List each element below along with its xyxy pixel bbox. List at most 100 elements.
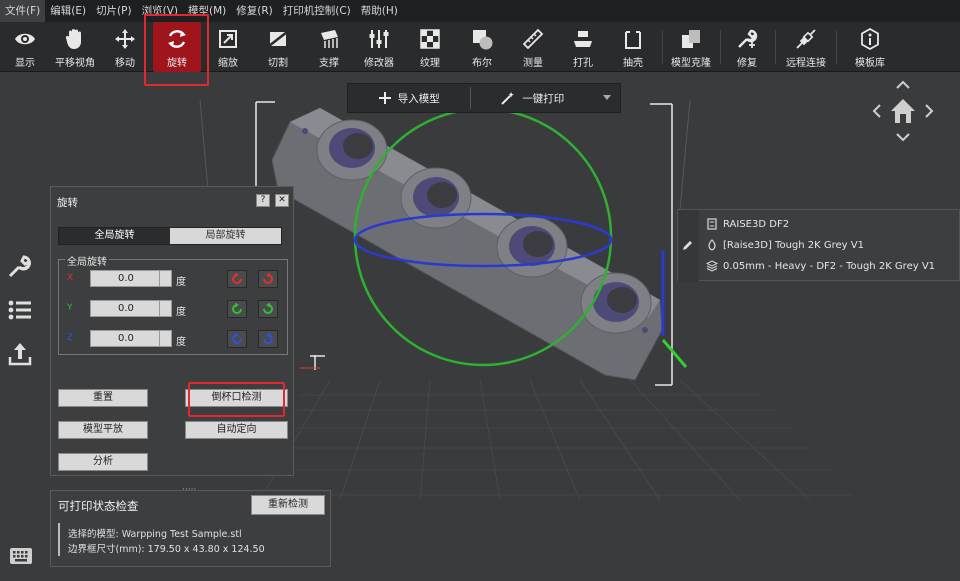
cut-button[interactable]: 切割 [253, 22, 303, 72]
check-panel-title: 可打印状态检查 [58, 499, 139, 513]
rotate-cw-icon [263, 272, 273, 284]
list-icon[interactable] [6, 296, 34, 324]
display-button[interactable]: 显示 [0, 22, 50, 72]
support-button[interactable]: 支撑 [304, 22, 354, 72]
y-rotate-ccw-button[interactable] [227, 300, 247, 318]
axis-y-line [661, 339, 688, 368]
rotate-cw-icon [263, 302, 273, 314]
lay-flat-button[interactable]: 模型平放 [58, 421, 148, 439]
menu-repair[interactable]: 修复(R) [231, 0, 278, 22]
upload-icon[interactable] [6, 340, 34, 368]
repair-button[interactable]: 修复 [722, 22, 772, 72]
punch-button[interactable]: 打孔 [558, 22, 608, 72]
z-rotate-cw-button[interactable] [258, 330, 278, 348]
wrench-icon[interactable] [6, 252, 34, 280]
rotate-ccw-icon [232, 332, 242, 344]
remote-button[interactable]: 远程连接 [781, 22, 831, 72]
printer-icon [707, 218, 717, 230]
rotate-ccw-icon [232, 272, 242, 284]
plus-icon [378, 92, 391, 104]
cut-icon [268, 31, 288, 47]
menu-edit[interactable]: 编辑(E) [45, 0, 91, 22]
nav-right-icon[interactable] [925, 104, 934, 118]
y-rotation-input[interactable]: 0.0 [90, 300, 172, 317]
filament-icon [708, 239, 716, 251]
x-rotate-cw-button[interactable] [258, 270, 278, 288]
pan-button[interactable]: 平移视角 [50, 22, 100, 72]
pencil-icon[interactable] [682, 239, 694, 251]
x-unit: 度 [176, 277, 186, 288]
clone-icon [682, 30, 700, 48]
import-model-button[interactable]: 导入模型 [348, 83, 470, 113]
toolbar-separator [836, 30, 837, 64]
printability-check-panel: ····· 可打印状态检查 重新检测 选择的模型: Warpping Test … [50, 485, 331, 567]
layers-icon [706, 260, 718, 272]
panel-drag-handle[interactable]: ····· [182, 485, 196, 495]
printer-info-panel[interactable]: RAISE3D DF2 [Raise3D] Tough 2K Grey V1 0… [677, 209, 960, 282]
texture-button[interactable]: 纹理 [405, 22, 455, 72]
frame-edge [679, 99, 691, 211]
nav-left-icon[interactable] [872, 104, 881, 118]
caret-down-icon [603, 95, 612, 100]
spin-arrows-icon[interactable] [159, 301, 171, 316]
library-button[interactable]: 模板库 [845, 22, 895, 72]
close-button[interactable]: ✕ [275, 194, 289, 207]
y-rotate-cw-button[interactable] [258, 300, 278, 318]
toolbar-separator [775, 30, 776, 64]
rotate-ccw-icon [232, 302, 242, 314]
selected-model-text: 选择的模型: Warpping Test Sample.stl [68, 529, 242, 540]
y-unit: 度 [176, 307, 186, 318]
z-rotation-input[interactable]: 0.0 [90, 330, 172, 347]
support-icon [321, 30, 338, 48]
menu-help[interactable]: 帮助(H) [356, 0, 403, 22]
rotate-highlight-box [144, 14, 209, 86]
scale-button[interactable]: 缩放 [203, 22, 253, 72]
recheck-button[interactable]: 重新检测 [251, 495, 325, 515]
boolean-icon [473, 30, 493, 50]
move-arrows-icon [115, 29, 135, 49]
frame-edge [199, 99, 209, 191]
help-button[interactable]: ? [256, 194, 270, 207]
x-axis-label: X [67, 273, 74, 283]
menu-slice[interactable]: 切片(P) [91, 0, 137, 22]
boolean-button[interactable]: 布尔 [457, 22, 507, 72]
cup-check-highlight-box [188, 382, 285, 417]
spin-arrows-icon[interactable] [159, 331, 171, 346]
import-toolbar: 导入模型 一键打印 [347, 83, 621, 113]
auto-orient-button[interactable]: 自动定向 [185, 421, 288, 439]
one-click-dropdown[interactable] [594, 83, 620, 113]
reset-button[interactable]: 重置 [58, 389, 148, 407]
shell-icon [625, 31, 641, 49]
move-button[interactable]: 移动 [100, 22, 150, 72]
wrench-plus-icon [738, 29, 758, 48]
rotate-panel-title: 旋转 [57, 197, 78, 209]
checker-icon [420, 29, 440, 49]
modifier-button[interactable]: 修改器 [354, 22, 404, 72]
clone-button[interactable]: 模型克隆 [666, 22, 716, 72]
bounding-box-text: 边界框尺寸(mm): 179.50 x 43.80 x 124.50 [68, 544, 265, 555]
tab-local-rotate[interactable]: 局部旋转 [170, 228, 281, 244]
x-rotate-ccw-button[interactable] [227, 270, 247, 288]
menu-file[interactable]: 文件(F) [0, 0, 46, 22]
scale-icon [219, 30, 237, 48]
toolbar-separator [720, 30, 721, 64]
nav-down-icon[interactable] [896, 133, 910, 142]
model-warpping-test-sample[interactable] [271, 107, 663, 381]
material-row: [Raise3D] Tough 2K Grey V1 [706, 239, 864, 251]
one-click-print-button[interactable]: 一键打印 [471, 83, 595, 113]
shell-button[interactable]: 抽壳 [608, 22, 658, 72]
measure-button[interactable]: 测量 [508, 22, 558, 72]
keyboard-icon[interactable] [9, 547, 33, 565]
z-rotate-ccw-button[interactable] [227, 330, 247, 348]
spin-arrows-icon[interactable] [159, 271, 171, 286]
nav-up-icon[interactable] [896, 80, 910, 89]
tab-global-rotate[interactable]: 全局旋转 [59, 228, 170, 244]
analyze-button[interactable]: 分析 [58, 453, 148, 471]
menu-printer-control[interactable]: 打印机控制(C) [278, 0, 356, 22]
build-plate-grid [208, 379, 852, 501]
group-title: 全局旋转 [65, 253, 109, 268]
rotate-tabs: 全局旋转 局部旋转 [58, 227, 282, 245]
x-rotation-input[interactable]: 0.0 [90, 270, 172, 287]
profile-row: 0.05mm - Heavy - DF2 - Tough 2K Grey V1 [706, 260, 935, 272]
printer-panel-strip [678, 210, 699, 282]
